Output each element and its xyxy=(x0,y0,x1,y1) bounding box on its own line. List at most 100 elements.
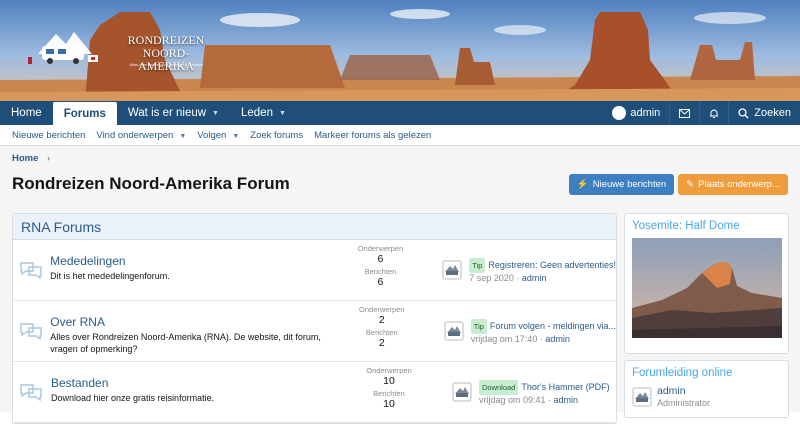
last-post-user[interactable]: admin xyxy=(545,334,570,344)
prefix-badge: Tip xyxy=(469,257,486,273)
chat-bubbles-icon xyxy=(19,262,42,279)
last-post-user[interactable]: admin xyxy=(554,395,579,405)
chat-bubbles-icon xyxy=(19,323,42,340)
forum-row: Over RNA Alles over Rondreizen Noord-Ame… xyxy=(13,301,616,362)
search-label: Zoeken xyxy=(754,107,791,119)
forum-description: Dit is het mededelingenforum. xyxy=(50,271,170,281)
widget-title[interactable]: Forumleiding online xyxy=(632,367,781,379)
tab-whats-new[interactable]: Wat is er nieuw ▼ xyxy=(117,101,230,125)
forum-category-header[interactable]: RNA Forums xyxy=(13,214,616,240)
last-post-date[interactable]: vrijdag om 17:40 xyxy=(471,334,538,344)
last-post-title-line[interactable]: Tip Registreren: Geen advertenties! xyxy=(469,257,616,273)
chevron-right-icon: › xyxy=(47,153,51,164)
last-post-title: Thor's Hammer (PDF) xyxy=(521,381,610,392)
threads-label: Onderwerpen xyxy=(359,305,405,314)
logo-title: RONDREIZEN NOORD-AMERIKA xyxy=(116,34,216,73)
main-nav: Home Forums Wat is er nieuw ▼ Leden ▼ admi… xyxy=(0,101,800,125)
staff-name[interactable]: admin xyxy=(657,385,710,397)
forum-icon xyxy=(13,240,48,300)
last-post-date[interactable]: 7 sep 2020 xyxy=(469,273,514,283)
rv-avatar-icon xyxy=(452,382,472,402)
envelope-icon xyxy=(679,108,691,118)
messages-label: Berichten xyxy=(364,267,397,276)
tab-forums[interactable]: Forums xyxy=(52,102,117,125)
header-banner: RONDREIZEN NOORD-AMERIKA Alles over reiz… xyxy=(0,0,800,101)
last-post-title-line[interactable]: Download Thor's Hammer (PDF) xyxy=(479,379,610,395)
last-post-title-line[interactable]: Tip Forum volgen - meldingen via... xyxy=(470,318,616,334)
forum-title[interactable]: Mededelingen xyxy=(50,254,331,268)
subnav-watched[interactable]: Volgen ▼ xyxy=(197,130,239,141)
new-posts-button[interactable]: ⚡ Nieuwe berichten xyxy=(568,173,675,195)
inbox-button[interactable] xyxy=(670,101,699,125)
subnav-new-posts[interactable]: Nieuwe berichten xyxy=(12,130,85,141)
tab-members-label: Leden xyxy=(240,107,273,119)
chevron-down-icon: ▼ xyxy=(179,132,187,140)
subnav-find-threads[interactable]: Vind onderwerpen ▼ xyxy=(96,130,186,141)
breadcrumb-home[interactable]: Home xyxy=(12,153,38,164)
threads-label: Onderwerpen xyxy=(366,366,412,375)
breadcrumb: Home › xyxy=(12,146,788,168)
messages-count: 2 xyxy=(378,337,385,349)
forum-stats: Onderwerpen 6 Berichten 6 xyxy=(332,240,430,300)
last-post: Tip Registreren: Geen advertenties! 7 sep… xyxy=(429,240,616,300)
forum-title[interactable]: Bestanden xyxy=(51,376,339,390)
messages-count: 10 xyxy=(383,398,395,410)
rv-avatar-icon xyxy=(442,260,462,280)
tab-whats-new-label: Wat is er nieuw xyxy=(127,107,207,119)
post-thread-label: Plaats onderwerp... xyxy=(698,178,780,190)
prefix-badge: Tip xyxy=(470,318,487,334)
last-post-date[interactable]: vrijdag om 09:41 xyxy=(479,395,546,405)
last-post-meta: vrijdag om 09:41 · admin xyxy=(479,394,579,405)
post-thread-button[interactable]: ✎ Plaats onderwerp... xyxy=(678,173,788,195)
staff-role: Administrator xyxy=(657,398,711,408)
staff-info: admin Administrator xyxy=(657,385,710,409)
chevron-down-icon: ▼ xyxy=(278,109,286,117)
forum-title[interactable]: Over RNA xyxy=(50,315,332,329)
forum-info: Over RNA Alles over Rondreizen Noord-Ame… xyxy=(48,301,332,361)
forum-stats: Onderwerpen 2 Berichten 2 xyxy=(333,301,431,361)
new-posts-label: Nieuwe berichten xyxy=(592,178,667,190)
forum-row: Mededelingen Dit is het mededelingenforu… xyxy=(13,240,616,301)
rv-avatar-icon[interactable] xyxy=(632,387,652,407)
last-post-text: Tip Forum volgen - meldingen via... vrijd… xyxy=(470,318,616,344)
subnav-mark-read[interactable]: Markeer forums als gelezen xyxy=(314,130,431,141)
last-post-text: Tip Registreren: Geen advertenties! 7 sep… xyxy=(469,257,616,283)
forum-row: Bestanden Download hier onze gratis reis… xyxy=(13,362,616,423)
bell-icon xyxy=(710,109,719,118)
chevron-down-icon: ▼ xyxy=(212,109,219,117)
user-avatar[interactable] xyxy=(441,259,463,281)
alerts-button[interactable] xyxy=(700,101,728,125)
logo-title-line1: RONDREIZEN xyxy=(127,33,205,47)
page-content: Home › Rondreizen Noord-Amerika Forum ⚡ N… xyxy=(0,146,800,424)
logo-tagline: Alles over reizen door Amerika & Canada xyxy=(129,62,203,67)
user-avatar[interactable] xyxy=(443,320,465,342)
last-post-meta: vrijdag om 17:40 · admin xyxy=(470,333,570,344)
threads-label: Onderwerpen xyxy=(357,244,404,253)
action-buttons: ⚡ Nieuwe berichten ✎ Plaats onderwerp... xyxy=(568,173,788,195)
forum-list: RNA Forums Mededelingen Dit is het meded… xyxy=(12,213,617,424)
last-post: Tip Forum volgen - meldingen via... vrijd… xyxy=(431,301,616,361)
tab-home[interactable]: Home xyxy=(0,101,53,125)
subnav-find-threads-label: Vind onderwerpen xyxy=(96,129,174,141)
search-icon xyxy=(738,107,749,118)
site-logo[interactable]: RONDREIZEN NOORD-AMERIKA Alles over reiz… xyxy=(28,24,228,73)
logo-title-line2: NOORD-AMERIKA xyxy=(138,46,194,73)
sidebar-staff-widget: Forumleiding online admin Administrator xyxy=(624,360,789,418)
chevron-down-icon: ▼ xyxy=(232,132,240,140)
tab-members[interactable]: Leden ▼ xyxy=(230,101,297,125)
last-post-user[interactable]: admin xyxy=(522,273,547,283)
user-avatar[interactable] xyxy=(451,381,473,403)
account-username: admin xyxy=(630,107,661,119)
pencil-icon: ✎ xyxy=(686,178,695,190)
chat-bubbles-icon xyxy=(20,384,42,401)
search-button[interactable]: Zoeken xyxy=(729,101,800,125)
half-dome-photo[interactable] xyxy=(632,238,782,338)
forum-description: Alles over Rondreizen Noord-Amerika (RNA… xyxy=(50,332,321,354)
sidebar-photo-widget: Yosemite: Half Dome xyxy=(624,213,789,354)
forum-info: Mededelingen Dit is het mededelingenforu… xyxy=(48,240,331,300)
last-post: Download Thor's Hammer (PDF) vrijdag om 0… xyxy=(439,362,610,422)
subnav-search-forums[interactable]: Zoek forums xyxy=(250,130,303,141)
user-avatar-icon xyxy=(612,106,627,120)
widget-title[interactable]: Yosemite: Half Dome xyxy=(632,220,781,232)
account-menu[interactable]: admin xyxy=(603,101,669,125)
